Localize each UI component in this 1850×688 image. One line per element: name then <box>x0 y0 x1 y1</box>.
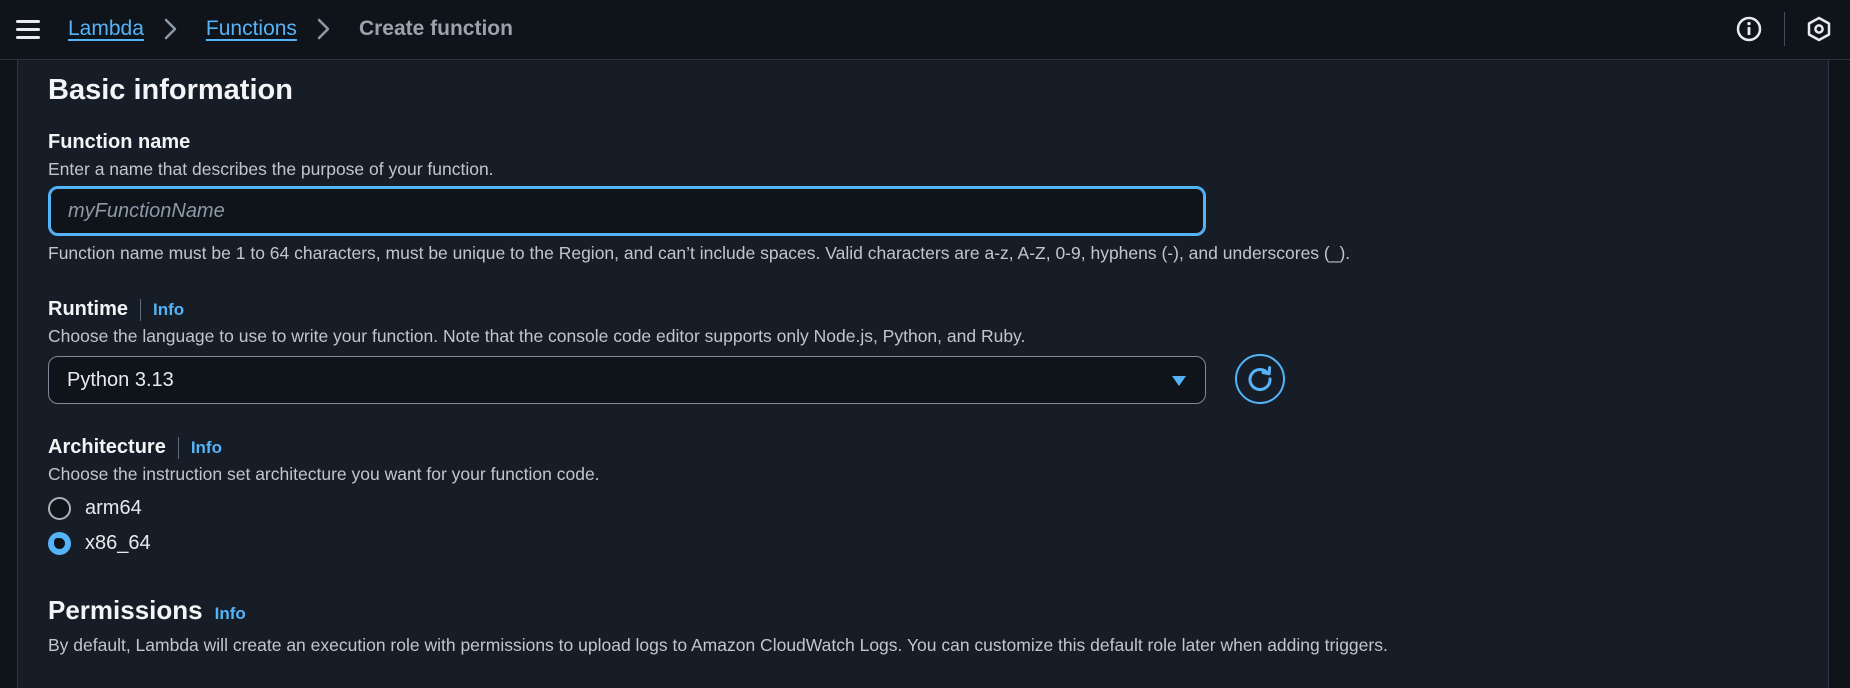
architecture-label: Architecture <box>48 436 166 458</box>
radio-button-x86-64[interactable] <box>48 532 71 555</box>
function-name-input[interactable] <box>48 186 1206 236</box>
hamburger-menu-icon[interactable] <box>16 20 40 40</box>
permissions-header: Permissions Info <box>48 595 246 626</box>
caret-down-icon <box>1171 374 1187 386</box>
radio-label-x86-64: x86_64 <box>85 532 151 554</box>
chevron-right-icon <box>311 16 337 42</box>
refresh-icon <box>1245 364 1275 394</box>
header-divider <box>1784 12 1785 46</box>
permissions-info-link[interactable]: Info <box>215 604 246 624</box>
refresh-button[interactable] <box>1235 354 1285 404</box>
architecture-option-arm64[interactable]: arm64 <box>48 497 142 520</box>
permissions-title: Permissions <box>48 595 203 625</box>
top-navigation-bar: Lambda Functions Create function <box>0 0 1850 60</box>
architecture-description: Choose the instruction set architecture … <box>48 464 600 484</box>
section-title: Basic information <box>48 74 293 106</box>
breadcrumb-lambda-link[interactable]: Lambda <box>68 17 144 41</box>
radio-label-arm64: arm64 <box>85 497 142 519</box>
breadcrumb: Lambda Functions Create function <box>68 0 513 58</box>
runtime-label-row: Runtime Info <box>48 298 184 321</box>
chevron-right-icon <box>158 16 184 42</box>
function-name-constraint: Function name must be 1 to 64 characters… <box>48 243 1351 263</box>
function-name-description: Enter a name that describes the purpose … <box>48 159 494 179</box>
architecture-info-link[interactable]: Info <box>191 438 222 458</box>
runtime-select[interactable]: Python 3.13 <box>48 356 1206 404</box>
permissions-description: By default, Lambda will create an execut… <box>48 635 1388 655</box>
runtime-description: Choose the language to use to write your… <box>48 326 1026 346</box>
architecture-option-x86-64[interactable]: x86_64 <box>48 532 151 555</box>
label-divider <box>177 436 179 459</box>
breadcrumb-current: Create function <box>358 17 513 40</box>
breadcrumb-functions-link[interactable]: Functions <box>206 17 297 41</box>
settings-hexagon-icon[interactable] <box>1806 16 1832 42</box>
runtime-info-link[interactable]: Info <box>153 300 184 320</box>
architecture-label-row: Architecture Info <box>48 436 222 459</box>
function-name-label: Function name <box>48 131 191 153</box>
radio-button-arm64[interactable] <box>48 497 71 520</box>
runtime-selected-value: Python 3.13 <box>67 368 174 391</box>
runtime-label: Runtime <box>48 298 128 320</box>
info-circle-icon[interactable] <box>1736 16 1762 42</box>
label-divider <box>140 298 141 321</box>
